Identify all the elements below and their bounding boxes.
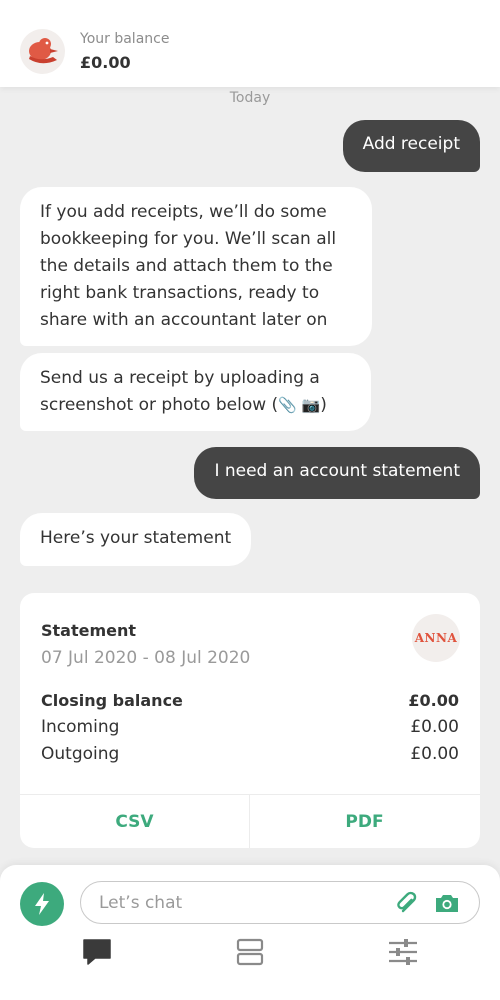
user-message-bubble: Add receipt [342, 120, 480, 172]
camera-icon[interactable] [434, 891, 460, 915]
statement-date-range: 07 Jul 2020 - 08 Jul 2020 [41, 648, 251, 668]
message-text: I need an account statement [214, 461, 460, 481]
chat-input-wrapper [80, 881, 480, 924]
bolt-button[interactable] [20, 882, 64, 926]
chat-input[interactable] [99, 882, 389, 923]
message-text-suffix: ) [320, 395, 327, 415]
balance-header: Your balance £0.00 [0, 0, 500, 87]
message-text: Add receipt [362, 134, 460, 154]
paperclip-icon[interactable] [395, 891, 419, 915]
pdf-download-button[interactable]: PDF [250, 795, 479, 848]
mascot-avatar-icon[interactable] [20, 29, 65, 74]
row-label: Closing balance [41, 691, 183, 710]
row-label: Incoming [41, 717, 120, 737]
row-value: £0.00 [410, 717, 459, 737]
balance-value: £0.00 [80, 53, 131, 72]
date-separator: Today [229, 90, 271, 106]
cards-icon[interactable] [234, 937, 266, 967]
row-value: £0.00 [408, 691, 459, 710]
csv-download-button[interactable]: CSV [20, 795, 249, 848]
statement-title: Statement [41, 621, 137, 640]
settings-sliders-icon[interactable] [387, 937, 419, 967]
anna-logo: ANNA [412, 614, 460, 662]
balance-label: Your balance [80, 31, 170, 47]
bot-message-bubble: Here’s your statement [20, 513, 252, 566]
user-message-bubble: I need an account statement [194, 447, 480, 499]
paperclip-camera-emoji: 📎 📷 [278, 396, 321, 414]
bot-message-bubble: If you add receipts, we’ll do some bookk… [20, 187, 372, 346]
bot-message-bubble: Send us a receipt by uploading a screens… [20, 353, 371, 431]
app-root: Your balance £0.00 Today Add receipt If … [0, 0, 500, 1000]
row-value: £0.00 [410, 744, 459, 764]
message-text: If you add receipts, we’ll do some bookk… [40, 202, 337, 330]
composer-bar [0, 865, 500, 1000]
chat-icon[interactable] [81, 937, 113, 967]
bolt-icon [35, 893, 49, 915]
statement-card: Statement 07 Jul 2020 - 08 Jul 2020 ANNA… [20, 593, 480, 848]
row-label: Outgoing [41, 744, 120, 764]
message-text: Here’s your statement [40, 528, 232, 548]
